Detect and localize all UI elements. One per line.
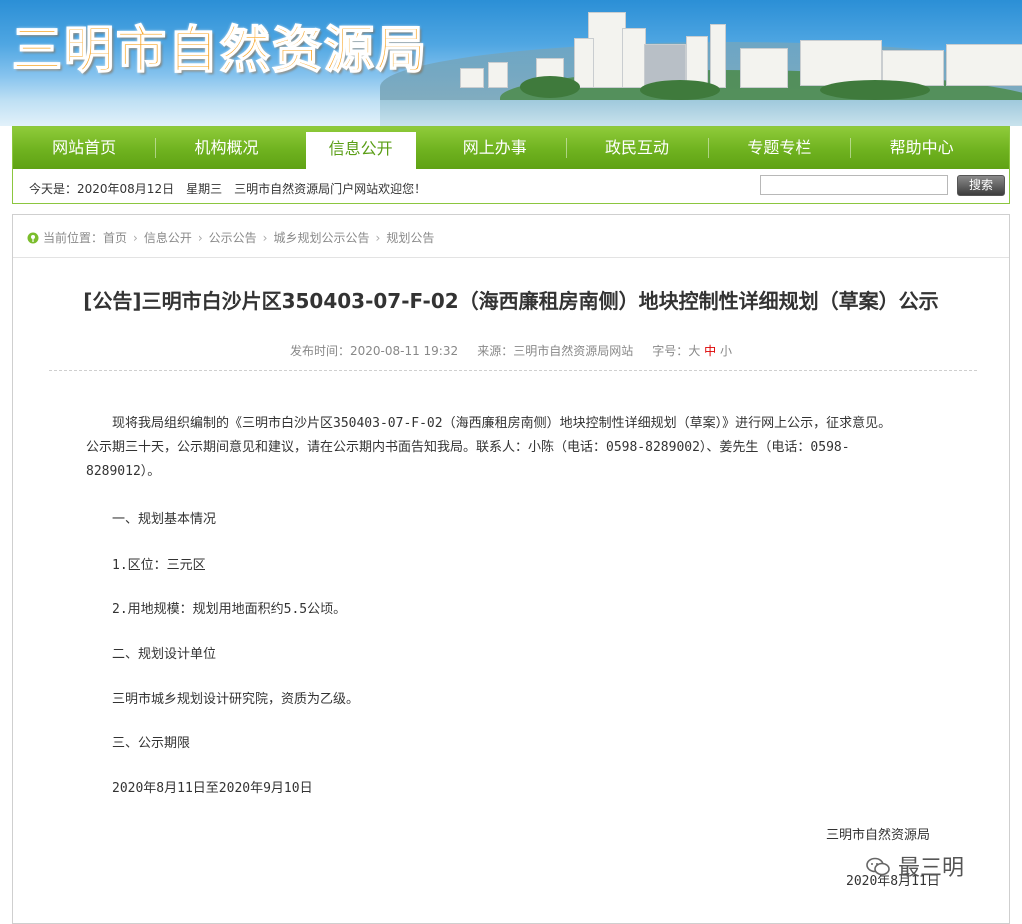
section-heading: 一、规划基本情况: [112, 512, 217, 527]
breadcrumb-separator: ›: [133, 230, 138, 245]
location-pin-icon: [27, 232, 39, 243]
divider: [13, 257, 1009, 258]
breadcrumb-separator: ›: [262, 230, 268, 245]
nav-item-special-topics[interactable]: 专题专栏: [708, 127, 850, 169]
breadcrumb: 当前位置：首页 › 信息公开 › 公示公告 › 城乡规划公示公告 › 规划公告: [27, 229, 434, 246]
info-bar: 今天是：2020年08月12日 星期三 三明市自然资源局门户网站欢迎您！ 搜索: [13, 169, 1009, 203]
font-size-small-link[interactable]: 小: [720, 344, 732, 358]
article-paragraph: 2.用地规模：规划用地面积约5.5公顷。: [112, 602, 347, 617]
breadcrumb-planning-announcements[interactable]: 城乡规划公示公告: [273, 229, 369, 246]
article-paragraph: 现将我局组织编制的《三明市白沙片区350403-07-F-02（海西廉租房南侧）…: [112, 416, 892, 431]
font-size-medium-link[interactable]: 中: [704, 344, 716, 358]
nav-item-info-disclosure[interactable]: 信息公开: [305, 132, 416, 169]
font-size-large-link[interactable]: 大: [688, 344, 700, 358]
building-shape: [574, 38, 594, 88]
main-nav: 网站首页 机构概况 信息公开 网上办事 政民互动 专题专栏 帮助中心: [13, 127, 1009, 169]
building-shape: [460, 68, 484, 88]
article-paragraph: 2020年8月11日至2020年9月10日: [112, 781, 313, 796]
wechat-icon: [866, 857, 890, 876]
article-title: [公告]三明市白沙片区350403-07-F-02（海西廉租房南侧）地块控制性详…: [83, 289, 939, 313]
breadcrumb-separator: ›: [375, 230, 381, 245]
building-shape: [488, 62, 508, 88]
search-input[interactable]: [760, 175, 948, 195]
section-heading: 三、公示期限: [112, 736, 191, 751]
section-heading: 二、规划设计单位: [112, 647, 217, 662]
building-shape: [622, 28, 646, 88]
breadcrumb-planning-notice[interactable]: 规划公告: [386, 229, 434, 246]
nav-container: 网站首页 机构概况 信息公开 网上办事 政民互动 专题专栏 帮助中心 今天是：2…: [12, 126, 1010, 204]
watermark-text: 最三明: [898, 856, 965, 881]
font-size-label: 字号：: [652, 344, 689, 358]
river-shape: [380, 100, 1022, 126]
dashed-divider: [49, 370, 977, 371]
article-meta: 发布时间：2020-08-11 19:32 来源：三明市自然资源局网站 字号：大…: [13, 342, 1009, 359]
nav-item-interaction[interactable]: 政民互动: [565, 127, 708, 169]
tree-shape: [520, 76, 580, 98]
search-button[interactable]: 搜索: [957, 175, 1005, 196]
breadcrumb-info-disclosure[interactable]: 信息公开: [144, 229, 192, 246]
building-shape: [710, 24, 726, 88]
breadcrumb-home[interactable]: 当前位置：首页: [43, 229, 127, 246]
watermark: 最三明: [866, 850, 964, 882]
tree-shape: [640, 80, 720, 100]
building-shape: [946, 44, 1022, 86]
date-welcome-text: 今天是：2020年08月12日 星期三 三明市自然资源局门户网站欢迎您！: [29, 182, 427, 196]
signature-org: 三明市自然资源局: [826, 828, 931, 843]
nav-item-help-center[interactable]: 帮助中心: [850, 127, 992, 169]
tree-shape: [820, 80, 930, 100]
article-source: 来源：三明市自然资源局网站: [477, 344, 634, 358]
nav-item-online-services[interactable]: 网上办事: [424, 127, 566, 169]
building-shape: [740, 48, 788, 88]
header-banner: 三明市自然资源局: [0, 0, 1022, 126]
breadcrumb-announcements[interactable]: 公示公告: [209, 229, 257, 246]
site-logo-title[interactable]: 三明市自然资源局: [11, 10, 428, 82]
nav-item-home[interactable]: 网站首页: [13, 127, 155, 169]
article-paragraph: 三明市城乡规划设计研究院，资质为乙级。: [112, 692, 360, 707]
article-paragraph: 1.区位：三元区: [112, 558, 206, 573]
nav-item-organization[interactable]: 机构概况: [155, 127, 297, 169]
publish-time: 发布时间：2020-08-11 19:32: [289, 344, 459, 358]
article-paragraph: 公示期三十天，公示期间意见和建议，请在公示期内书面告知我局。联系人：小陈（电话：…: [86, 440, 850, 455]
article-paragraph: 8289012）。: [86, 464, 161, 479]
breadcrumb-separator: ›: [197, 230, 203, 245]
